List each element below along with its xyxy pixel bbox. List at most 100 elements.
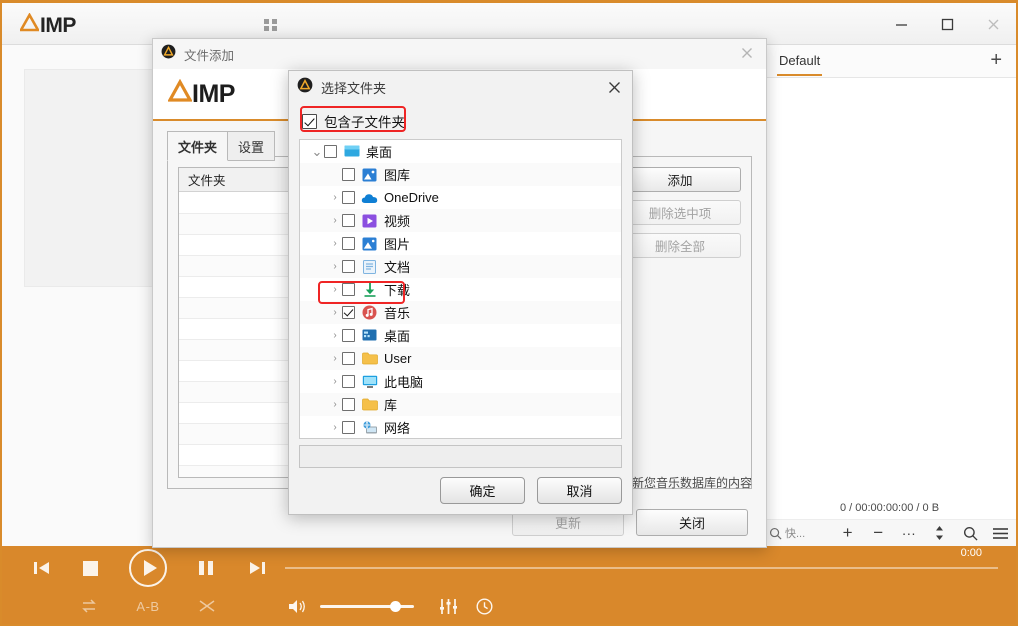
tree-node-0[interactable]: ⌄桌面	[300, 140, 621, 163]
tree-node-label: 文档	[384, 257, 410, 276]
tree-node-checkbox[interactable]	[342, 306, 355, 319]
player-secondary-row: A-B	[2, 590, 1016, 624]
tree-node-2[interactable]: ›OneDrive	[300, 186, 621, 209]
stop-button[interactable]	[75, 552, 105, 584]
tree-node-label: 网络	[384, 418, 410, 437]
grip-dots-icon[interactable]	[264, 19, 278, 31]
playlist-tab-default[interactable]: Default	[777, 46, 822, 76]
playlist-remove-button[interactable]: −	[863, 520, 894, 547]
volume-slider-knob[interactable]	[390, 601, 401, 612]
chevron-right-icon[interactable]: ›	[328, 284, 342, 295]
equalizer-button[interactable]	[433, 592, 463, 620]
tree-node-checkbox[interactable]	[342, 352, 355, 365]
gallery-icon	[361, 167, 378, 182]
tree-node-checkbox[interactable]	[342, 214, 355, 227]
tab-settings[interactable]: 设置	[227, 131, 275, 161]
chevron-right-icon[interactable]: ›	[328, 422, 342, 433]
tab-folders[interactable]: 文件夹	[167, 131, 228, 161]
chevron-right-icon[interactable]: ›	[328, 261, 342, 272]
onedrive-icon	[361, 190, 378, 205]
chevron-right-icon[interactable]: ›	[328, 238, 342, 249]
network-icon	[361, 420, 378, 435]
close-dialog-button[interactable]: 关闭	[636, 509, 748, 536]
tree-node-3[interactable]: › 视频	[300, 209, 621, 232]
minimize-button[interactable]	[878, 3, 924, 45]
volume-slider[interactable]	[320, 605, 414, 608]
chevron-right-icon[interactable]: ›	[328, 215, 342, 226]
add-folder-button[interactable]: 添加	[619, 167, 741, 192]
playlist-search-button[interactable]	[955, 520, 986, 547]
tree-node-checkbox[interactable]	[342, 398, 355, 411]
playlist-sort-button[interactable]	[924, 520, 955, 547]
chevron-right-icon[interactable]: ›	[328, 330, 342, 341]
repeat-button[interactable]	[74, 592, 104, 620]
previous-track-button[interactable]	[27, 552, 57, 584]
select-folder-close-button[interactable]	[601, 75, 627, 99]
chevron-right-icon[interactable]: ›	[328, 399, 342, 410]
tree-node-5[interactable]: › 文档	[300, 255, 621, 278]
desktop2-icon	[361, 328, 378, 343]
tree-node-7[interactable]: ›音乐	[300, 301, 621, 324]
tree-node-8[interactable]: ›桌面	[300, 324, 621, 347]
downloads-icon	[361, 282, 378, 297]
playlist-add-button[interactable]: +	[832, 520, 863, 547]
tree-node-checkbox[interactable]	[342, 329, 355, 342]
remove-all-button[interactable]: 删除全部	[619, 233, 741, 258]
playlist-tracklist[interactable]	[763, 78, 1016, 496]
chevron-right-icon[interactable]: ›	[328, 192, 342, 203]
folder-tree[interactable]: ⌄桌面图库›OneDrive›视频›图片›文档›下载›音乐›桌面›User›此电…	[299, 139, 622, 439]
playlist-menu-button[interactable]	[985, 520, 1016, 547]
add-files-dialog-titlebar[interactable]: 文件添加	[153, 39, 766, 69]
tree-node-checkbox[interactable]	[342, 191, 355, 204]
volume-icon[interactable]	[282, 592, 312, 620]
tree-node-10[interactable]: ›此电脑	[300, 370, 621, 393]
playlist-toolbar: 快... + − ···	[763, 519, 1016, 546]
tree-node-checkbox[interactable]	[342, 260, 355, 273]
seek-slider[interactable]: 0:00	[285, 567, 998, 569]
include-subfolders-checkbox-box[interactable]	[302, 114, 317, 129]
chevron-right-icon[interactable]: ›	[328, 307, 342, 318]
tree-node-9[interactable]: ›User	[300, 347, 621, 370]
chevron-right-icon[interactable]: ⌄	[310, 148, 324, 156]
tree-node-11[interactable]: ›库	[300, 393, 621, 416]
remove-selected-button[interactable]: 删除选中项	[619, 200, 741, 225]
folder-icon	[361, 397, 378, 412]
music-icon	[361, 305, 378, 320]
tree-node-checkbox[interactable]	[324, 145, 337, 158]
player-time: 0:00	[961, 547, 982, 559]
tree-node-label: 视频	[384, 211, 410, 230]
aimp-triangle-icon	[168, 79, 192, 110]
selected-path-field[interactable]	[299, 445, 622, 468]
tree-node-1[interactable]: 图库	[300, 163, 621, 186]
aimp-triangle-icon	[20, 13, 39, 38]
tree-node-checkbox[interactable]	[342, 283, 355, 296]
cancel-button[interactable]: 取消	[537, 477, 622, 504]
include-subfolders-checkbox[interactable]: 包含子文件夹	[299, 108, 413, 134]
add-files-close-button[interactable]	[734, 41, 760, 65]
tree-node-6[interactable]: ›下载	[300, 278, 621, 301]
next-track-button[interactable]	[242, 552, 272, 584]
select-folder-dialog: 选择文件夹 包含子文件夹 ⌄桌面图库›OneDrive›视频›图片›文档›下载›…	[288, 70, 633, 515]
playlist-add-tab-button[interactable]: +	[990, 50, 1002, 70]
sleep-timer-button[interactable]	[469, 592, 499, 620]
tree-node-checkbox[interactable]	[342, 168, 355, 181]
tree-node-checkbox[interactable]	[342, 237, 355, 250]
tree-node-12[interactable]: › 网络	[300, 416, 621, 439]
shuffle-button[interactable]	[192, 592, 222, 620]
tree-node-checkbox[interactable]	[342, 421, 355, 434]
ab-repeat-button[interactable]: A-B	[130, 592, 166, 620]
select-folder-titlebar[interactable]: 选择文件夹	[289, 71, 632, 103]
chevron-right-icon[interactable]: ›	[328, 376, 342, 387]
tree-node-4[interactable]: ›图片	[300, 232, 621, 255]
play-button[interactable]	[128, 548, 168, 588]
pause-button[interactable]	[191, 552, 221, 584]
quick-search-field[interactable]: 快...	[763, 520, 832, 547]
tree-node-checkbox[interactable]	[342, 375, 355, 388]
select-folder-footer: 确定 取消	[440, 477, 622, 504]
playlist-more-button[interactable]: ···	[893, 520, 924, 547]
maximize-button[interactable]	[924, 3, 970, 45]
quick-search-label: 快...	[785, 525, 805, 541]
chevron-right-icon[interactable]: ›	[328, 353, 342, 364]
ok-button[interactable]: 确定	[440, 477, 525, 504]
close-button[interactable]	[970, 3, 1016, 45]
